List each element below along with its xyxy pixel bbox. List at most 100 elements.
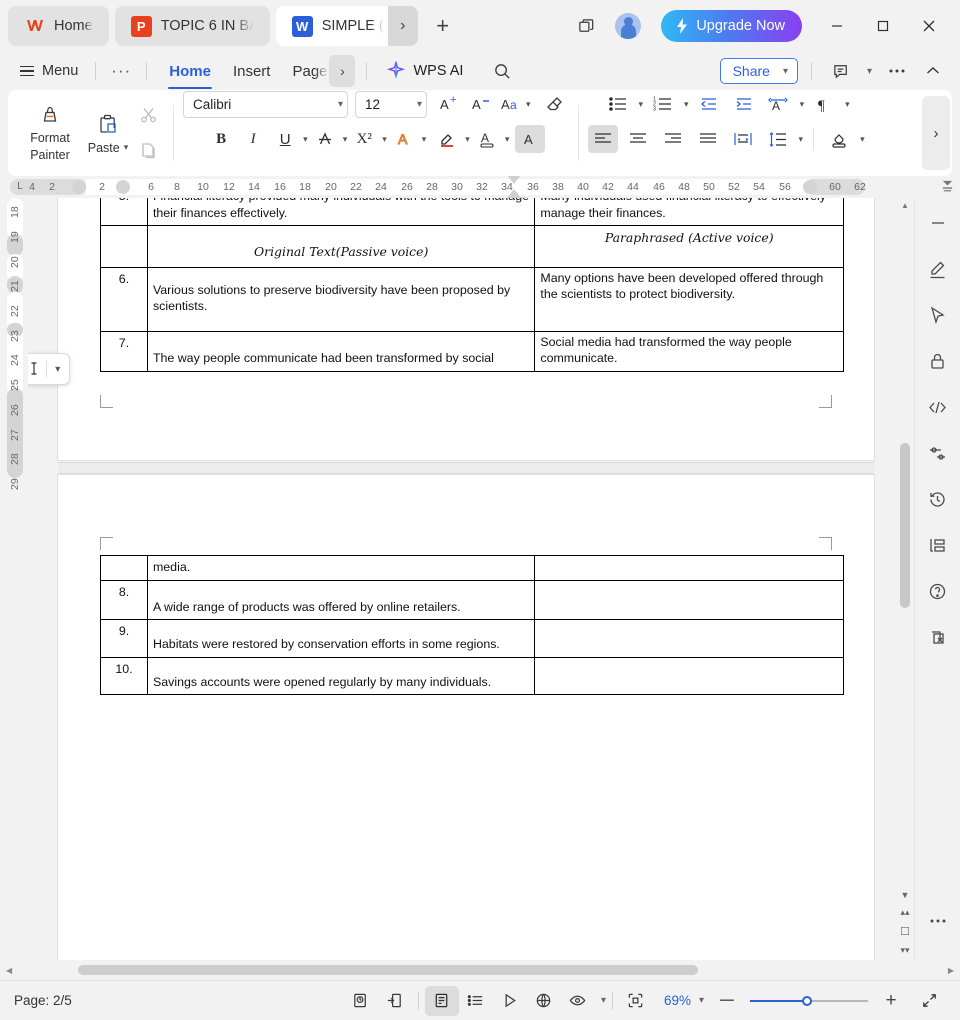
horizontal-ruler[interactable]: L 4 2 2 6 8 10 12 14 16 18 20 22 24 26 2… bbox=[0, 176, 960, 198]
original-text-cell[interactable]: Various solutions to preserve biodiversi… bbox=[146, 266, 536, 332]
scroll-left-arrow[interactable]: ◀ bbox=[6, 966, 12, 975]
scissors-icon[interactable] bbox=[134, 100, 164, 130]
paste-button[interactable]: Paste ▾ bbox=[82, 112, 134, 155]
code-brackets-icon[interactable] bbox=[923, 392, 953, 422]
scroll-thumb[interactable] bbox=[900, 443, 910, 608]
chevron-down-icon[interactable]: ▾ bbox=[505, 134, 510, 145]
horizontal-scrollbar[interactable]: ◀ ▶ bbox=[0, 960, 960, 980]
original-text-cell[interactable]: media. bbox=[146, 555, 536, 581]
chevron-down-icon[interactable]: ▾ bbox=[845, 99, 850, 110]
chevron-down-icon[interactable]: ▾ bbox=[799, 134, 804, 145]
chevron-down-icon[interactable]: ▾ bbox=[800, 99, 805, 110]
more-dots-icon[interactable] bbox=[923, 906, 953, 936]
align-left-icon[interactable] bbox=[587, 125, 618, 153]
paraphrased-text-cell[interactable] bbox=[534, 619, 844, 658]
ribbon-tab-page-layout[interactable]: Page L bbox=[281, 56, 329, 86]
zoom-in-button[interactable]: + bbox=[878, 990, 904, 1012]
minimize-rail-icon[interactable] bbox=[923, 208, 953, 238]
paraphrase-table-page1[interactable]: 5. Financial literacy provided many indi… bbox=[100, 198, 844, 372]
comment-icon[interactable] bbox=[825, 56, 859, 86]
previous-page-button[interactable]: ▴▴ bbox=[900, 907, 909, 918]
zoom-knob[interactable] bbox=[802, 995, 812, 1006]
word-count-icon[interactable] bbox=[344, 986, 378, 1016]
cursor-select-icon[interactable] bbox=[923, 300, 953, 330]
decrease-indent-icon[interactable] bbox=[694, 90, 724, 118]
wps-ai-button[interactable]: WPS AI bbox=[378, 61, 471, 81]
new-tab-button[interactable]: + bbox=[426, 9, 460, 43]
distribute-text-icon[interactable] bbox=[728, 125, 758, 153]
copy-icon[interactable] bbox=[134, 136, 164, 166]
tab-simple-active[interactable]: W SIMPLE ( › bbox=[275, 6, 418, 46]
zoom-value[interactable]: 69% bbox=[653, 993, 691, 1008]
chevron-down-icon[interactable]: ▾ bbox=[639, 99, 644, 110]
document-page-2[interactable]: media. 8. A wide range of products was o… bbox=[58, 475, 874, 960]
more-horizontal-icon[interactable] bbox=[880, 56, 914, 86]
pen-edit-icon[interactable] bbox=[923, 254, 953, 284]
underline-button[interactable]: U bbox=[270, 125, 300, 153]
table-row[interactable]: 8. A wide range of products was offered … bbox=[100, 579, 844, 620]
vertical-ruler[interactable]: 18 19 20 21 22 23 24 25 26 27 28 29 bbox=[0, 198, 28, 960]
line-spacing-icon[interactable] bbox=[763, 125, 793, 153]
paraphrased-text-cell[interactable]: Social media had transformed the way peo… bbox=[534, 330, 844, 372]
bold-button[interactable]: B bbox=[206, 125, 236, 153]
superscript-button[interactable]: X² bbox=[349, 125, 379, 153]
zoom-out-button[interactable]: ─ bbox=[714, 990, 740, 1012]
web-layout-icon[interactable] bbox=[527, 986, 561, 1016]
chevron-down-icon[interactable]: ▾ bbox=[465, 134, 470, 145]
floating-mini-toolbar[interactable]: ▾ bbox=[28, 353, 70, 385]
maximize-button[interactable] bbox=[862, 7, 904, 45]
original-text-cell[interactable]: Savings accounts were opened regularly b… bbox=[146, 656, 536, 695]
table-row[interactable]: 5. Financial literacy provided many indi… bbox=[100, 198, 844, 226]
chevron-down-icon[interactable]: ▾ bbox=[46, 364, 69, 375]
original-header-cell[interactable]: Original Text(Passive voice) bbox=[146, 225, 536, 268]
tab-topic6[interactable]: P TOPIC 6 IN BA bbox=[114, 6, 270, 46]
ruler-indent-stop[interactable] bbox=[72, 180, 86, 194]
tab-stop-marker[interactable]: L bbox=[17, 179, 23, 195]
clear-formatting-button[interactable] bbox=[539, 90, 569, 118]
paraphrased-text-cell[interactable]: Many options have been developed offered… bbox=[534, 266, 844, 332]
close-panel-icon[interactable] bbox=[923, 622, 953, 652]
change-case-button[interactable]: Aa ▾ bbox=[499, 90, 533, 118]
format-painter-button[interactable]: Format Painter bbox=[18, 103, 82, 163]
search-icon[interactable] bbox=[485, 56, 519, 86]
document-canvas[interactable]: 5. Financial literacy provided many indi… bbox=[28, 198, 914, 960]
chevron-down-icon[interactable]: ▾ bbox=[595, 995, 606, 1006]
outline-view-icon[interactable] bbox=[459, 986, 493, 1016]
print-layout-icon[interactable] bbox=[424, 985, 459, 1016]
help-circle-icon[interactable] bbox=[923, 576, 953, 606]
page-indicator[interactable]: Page: 2/5 bbox=[14, 993, 72, 1008]
collapse-ribbon-icon[interactable] bbox=[916, 56, 950, 86]
menu-button[interactable]: Menu bbox=[14, 63, 84, 79]
asian-layout-icon[interactable]: A bbox=[764, 90, 794, 118]
chevron-down-icon[interactable]: ▾ bbox=[861, 66, 872, 77]
ribbon-tabs-next-button[interactable]: › bbox=[329, 55, 356, 87]
original-text-cell[interactable]: A wide range of products was offered by … bbox=[146, 579, 536, 620]
tab-next-button[interactable]: › bbox=[387, 6, 418, 46]
eye-icon[interactable] bbox=[561, 986, 595, 1016]
document-page-1[interactable]: 5. Financial literacy provided many indi… bbox=[58, 198, 874, 460]
chevron-down-icon[interactable]: ▾ bbox=[860, 134, 865, 145]
chevron-down-icon[interactable]: ▾ bbox=[343, 134, 348, 145]
hscroll-thumb[interactable] bbox=[78, 965, 699, 975]
scroll-up-arrow[interactable]: ▲ bbox=[901, 198, 909, 213]
grow-font-button[interactable]: A + bbox=[435, 90, 465, 118]
increase-indent-icon[interactable] bbox=[729, 90, 759, 118]
history-clock-icon[interactable] bbox=[923, 484, 953, 514]
reading-view-icon[interactable] bbox=[493, 986, 527, 1016]
share-button[interactable]: Share ▾ bbox=[719, 58, 798, 84]
vertical-scrollbar[interactable]: ▲ ▼ ▴▴ ☐ ▾▾ bbox=[896, 198, 914, 960]
align-right-icon[interactable] bbox=[658, 125, 688, 153]
bullet-list-icon[interactable] bbox=[603, 90, 633, 118]
font-family-select[interactable]: Calibri ▾ bbox=[183, 90, 348, 118]
align-center-icon[interactable] bbox=[623, 125, 653, 153]
shading-icon[interactable] bbox=[824, 125, 854, 153]
ribbon-tab-home[interactable]: Home bbox=[158, 56, 222, 89]
ribbon-tab-insert[interactable]: Insert bbox=[222, 56, 282, 86]
chevron-down-icon[interactable]: ▾ bbox=[691, 995, 714, 1006]
page-input-icon[interactable] bbox=[378, 986, 412, 1016]
fit-page-icon[interactable] bbox=[619, 986, 653, 1016]
select-browse-object-button[interactable]: ☐ bbox=[900, 925, 910, 938]
paraphrased-text-cell[interactable] bbox=[534, 555, 844, 581]
table-row[interactable]: media. bbox=[100, 555, 844, 581]
font-color-button[interactable]: A bbox=[472, 125, 502, 153]
